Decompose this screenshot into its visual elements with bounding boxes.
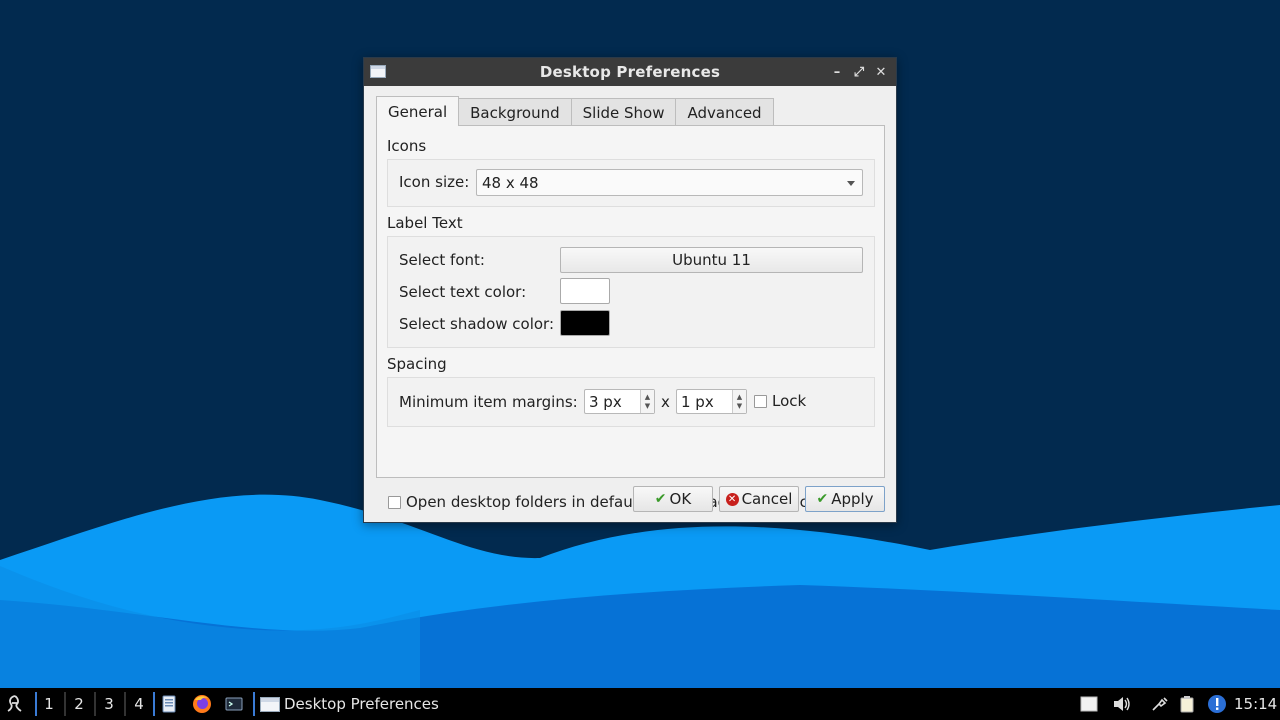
select-shadow-color-label: Select shadow color:: [399, 315, 555, 333]
margin-y-spinbox[interactable]: 1 px ▲ ▼: [676, 389, 747, 414]
taskbar-separator: [64, 692, 66, 716]
task-desktop-preferences[interactable]: Desktop Preferences: [260, 688, 439, 720]
workspace-1[interactable]: 1: [38, 688, 60, 720]
taskbar-separator: [253, 692, 255, 716]
general-tab-panel: Icons Icon size: 48 x 48 Label Text Sele…: [376, 125, 885, 511]
margins-separator: x: [661, 393, 670, 411]
margin-y-value: 1 px: [681, 392, 714, 411]
check-icon: ✔: [816, 491, 829, 507]
icon-size-label: Icon size:: [399, 173, 470, 191]
cancel-button[interactable]: ✕ Cancel: [719, 486, 799, 512]
font-picker-button[interactable]: Ubuntu 11: [560, 247, 863, 273]
select-text-color-label: Select text color:: [399, 283, 527, 301]
notification-button[interactable]: [1207, 694, 1227, 714]
margin-x-value: 3 px: [589, 392, 622, 411]
min-item-margins-label: Minimum item margins:: [399, 393, 578, 411]
taskbar-separator: [153, 692, 155, 716]
spacing-section-label: Spacing: [387, 355, 447, 373]
file-manager-icon: [162, 695, 176, 713]
maximize-button[interactable]: ⤢: [850, 62, 868, 82]
tab-general[interactable]: General: [376, 96, 460, 126]
window-app-icon: [260, 696, 280, 712]
volume-button[interactable]: [1112, 695, 1130, 713]
taskbar-separator: [35, 692, 37, 716]
ok-button[interactable]: ✔ OK: [633, 486, 713, 512]
file-manager-launcher[interactable]: [160, 695, 178, 713]
taskbar: 1 2 3 4 Desktop Preferences 15:14: [0, 688, 1280, 720]
icons-section-label: Icons: [387, 137, 427, 155]
label-text-section-label: Label Text: [387, 214, 463, 232]
window-titlebar[interactable]: Desktop Preferences – ⤢ ✕: [364, 58, 896, 86]
firefox-icon: [193, 695, 211, 713]
lock-label: Lock: [772, 392, 807, 410]
text-color-button[interactable]: [560, 278, 610, 304]
desktop-preferences-window: Desktop Preferences – ⤢ ✕ General Backgr…: [363, 57, 897, 523]
workspace-4[interactable]: 4: [128, 688, 150, 720]
task-title: Desktop Preferences: [284, 695, 439, 713]
cancel-icon: ✕: [725, 492, 739, 506]
firefox-launcher[interactable]: [192, 694, 212, 714]
check-icon: ✔: [654, 491, 667, 507]
clipboard-icon: [1180, 696, 1194, 713]
lock-checkbox[interactable]: [754, 395, 767, 408]
margin-x-spinbox[interactable]: 3 px ▲ ▼: [584, 389, 655, 414]
tab-bar: General Background Slide Show Advanced: [376, 96, 774, 126]
apply-label: Apply: [831, 490, 874, 508]
label-text-group: Select font: Ubuntu 11 Select text color…: [387, 236, 875, 348]
show-desktop-icon: [1080, 696, 1098, 712]
taskbar-separator: [124, 692, 126, 716]
workspace-2[interactable]: 2: [68, 688, 90, 720]
workspace-3[interactable]: 3: [98, 688, 120, 720]
chevron-down-icon: [847, 181, 855, 186]
show-desktop-button[interactable]: [1080, 695, 1098, 713]
spin-arrows-icon[interactable]: ▲ ▼: [640, 390, 654, 413]
terminal-icon: [225, 697, 243, 711]
apply-button[interactable]: ✔ Apply: [805, 486, 885, 512]
alert-icon: [1208, 695, 1226, 713]
cancel-label: Cancel: [741, 490, 793, 508]
tab-slide-show[interactable]: Slide Show: [570, 98, 677, 126]
volume-icon: [1114, 697, 1130, 711]
icon-size-dropdown[interactable]: 48 x 48: [476, 169, 863, 196]
start-menu-icon: [7, 695, 22, 712]
clock[interactable]: 15:14: [1234, 688, 1277, 720]
terminal-launcher[interactable]: [225, 695, 243, 713]
close-button[interactable]: ✕: [872, 62, 890, 82]
select-font-label: Select font:: [399, 251, 485, 269]
minimize-button[interactable]: –: [828, 62, 846, 82]
shadow-color-button[interactable]: [560, 310, 610, 336]
taskbar-separator: [94, 692, 96, 716]
spacing-group: Minimum item margins: 3 px ▲ ▼ x 1 px ▲ ▼ …: [387, 377, 875, 427]
spin-arrows-icon[interactable]: ▲ ▼: [732, 390, 746, 413]
icons-group: Icon size: 48 x 48: [387, 159, 875, 207]
tab-advanced[interactable]: Advanced: [675, 98, 774, 126]
ok-label: OK: [669, 490, 692, 508]
open-folders-checkbox[interactable]: [388, 496, 401, 509]
window-app-icon: [370, 65, 386, 78]
network-icon: [1152, 697, 1168, 711]
icon-size-value: 48 x 48: [482, 173, 539, 192]
start-menu-button[interactable]: [4, 688, 26, 720]
clipboard-button[interactable]: [1178, 695, 1196, 713]
network-button[interactable]: [1150, 695, 1168, 713]
window-title: Desktop Preferences: [539, 63, 721, 81]
tab-background[interactable]: Background: [458, 98, 572, 126]
